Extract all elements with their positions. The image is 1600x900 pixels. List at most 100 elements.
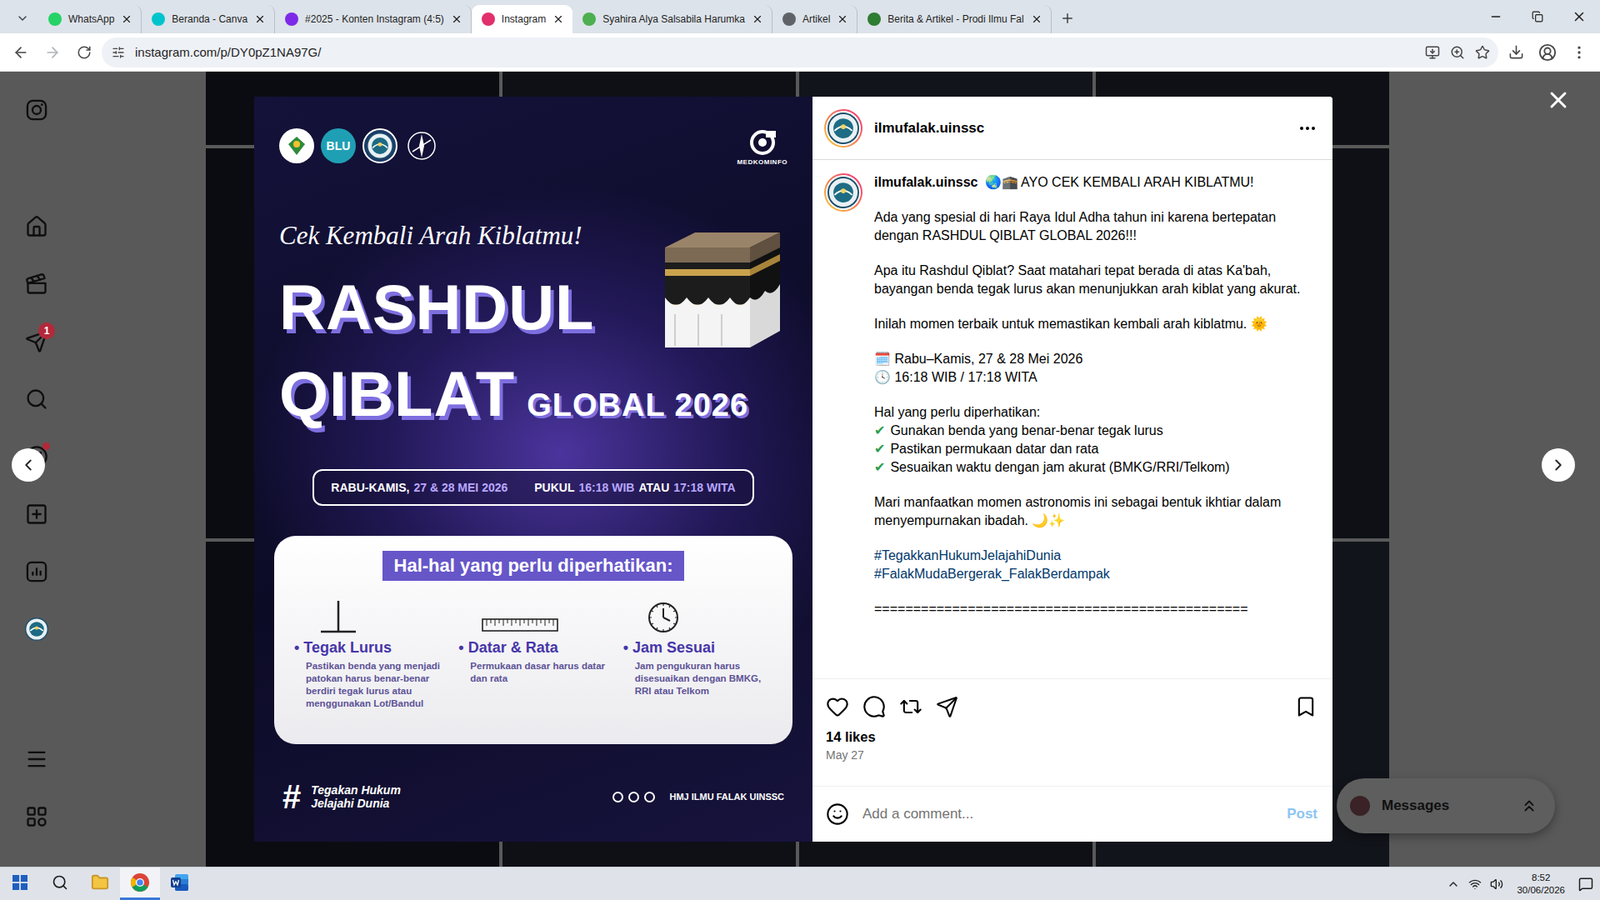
volume-icon[interactable]	[1490, 877, 1504, 891]
caption-paragraph: Ada yang spesial di hari Raya Idul Adha …	[874, 208, 1318, 245]
motto-text: Tegakan HukumJelajahi Dunia	[310, 783, 401, 810]
install-app-icon[interactable]	[1425, 45, 1440, 60]
previous-post-button[interactable]	[11, 448, 45, 482]
notification-dot	[42, 442, 50, 450]
tab-close-icon[interactable]	[120, 13, 133, 25]
caption-paragraph: ========================================…	[874, 600, 1318, 619]
likes-count[interactable]: 14 likes	[825, 729, 1318, 745]
forward-button[interactable]	[38, 38, 67, 67]
download-icon	[1508, 44, 1525, 60]
bookmark-star-icon[interactable]	[1475, 45, 1490, 60]
post-comment-button[interactable]: Post	[1286, 805, 1318, 823]
browser-tab[interactable]: WhatsApp	[38, 5, 142, 34]
reload-button[interactable]	[70, 38, 99, 67]
chevron-left-icon	[19, 455, 38, 475]
back-button[interactable]	[6, 38, 35, 67]
browser-tab[interactable]: Syahira Alya Salsabila Harumka	[572, 5, 773, 34]
start-button[interactable]	[0, 867, 40, 900]
comment-icon[interactable]	[862, 695, 886, 719]
create-nav[interactable]	[13, 485, 60, 543]
zoom-icon[interactable]	[1450, 45, 1465, 60]
window-controls	[1475, 0, 1600, 34]
checklist-item-figure	[458, 595, 608, 635]
restore-button[interactable]	[1516, 0, 1559, 34]
like-heart-icon[interactable]	[825, 695, 850, 719]
downloads-button[interactable]	[1501, 38, 1530, 67]
browser-toolbar: instagram.com/p/DY0pZ1NA97G/	[0, 33, 1600, 72]
post-actions: 14 likes May 27	[812, 678, 1333, 786]
post-date: May 27	[825, 748, 1318, 762]
minimize-button[interactable]	[1475, 0, 1517, 34]
browser-tab[interactable]: Instagram	[471, 5, 573, 34]
notifications-icon[interactable]	[1578, 876, 1594, 892]
show-hidden-icons-icon[interactable]	[1446, 877, 1460, 891]
network-icon[interactable]	[1468, 877, 1482, 891]
caption-check-item: ✔Gunakan benda yang benar-benar tegak lu…	[874, 421, 1318, 440]
save-bookmark-icon[interactable]	[1294, 695, 1318, 719]
poster-title-word: QIBLAT	[279, 362, 515, 426]
browser-tab[interactable]: #2025 - Konten Instagram (4:5)	[275, 5, 472, 34]
medkominfo-logo: MEDKOMINFO	[736, 128, 788, 166]
caption-author[interactable]: ilmufalak.uinssc	[874, 175, 979, 190]
instagram-logo[interactable]	[13, 80, 60, 139]
tab-close-icon[interactable]	[751, 13, 764, 25]
address-bar[interactable]: instagram.com/p/DY0pZ1NA97G/	[101, 37, 1499, 68]
new-tab-button[interactable]	[1055, 5, 1080, 31]
poster-title-suffix: GLOBAL 2026	[526, 387, 749, 424]
more-nav[interactable]	[13, 730, 60, 788]
tab-strip: WhatsAppBeranda - Canva#2025 - Konten In…	[0, 0, 1600, 34]
word-button[interactable]	[160, 867, 200, 900]
tab-close-icon[interactable]	[552, 13, 565, 25]
tab-search-button[interactable]	[10, 5, 35, 31]
schedule-group: RABU-KAMIS,27 & 28 MEI 2026	[330, 480, 508, 495]
more-options-icon[interactable]	[1297, 118, 1318, 139]
tiktok-icon	[628, 791, 640, 803]
word-icon	[170, 872, 190, 893]
tab-close-icon[interactable]	[1030, 13, 1043, 25]
repost-icon[interactable]	[899, 695, 923, 719]
profile-button[interactable]	[1533, 38, 1562, 67]
search-icon	[51, 874, 69, 891]
browser-tab[interactable]: Artikel	[772, 5, 858, 34]
reels-nav[interactable]	[13, 255, 60, 313]
close-modal-button[interactable]	[1543, 85, 1574, 115]
tab-close-icon[interactable]	[836, 13, 849, 25]
browser-tab[interactable]: Beranda - Canva	[141, 5, 275, 34]
author-avatar[interactable]	[824, 109, 863, 148]
checklist-item: • Jam SesuaiJam pengukuran harus disesua…	[623, 595, 773, 710]
home-nav[interactable]	[13, 197, 60, 255]
medkominfo-label: MEDKOMINFO	[736, 158, 788, 166]
comment-input[interactable]	[860, 805, 1275, 824]
checklist-item-name: Tegak Lurus	[303, 639, 392, 656]
caption-check-item: ✔Sesuaikan waktu dengan jam akurat (BMKG…	[874, 458, 1318, 477]
author-name[interactable]: ilmufalak.uinssc	[874, 120, 1286, 137]
search-button[interactable]	[40, 867, 80, 900]
minimize-icon	[1489, 10, 1503, 24]
hashtag-link[interactable]: #TegakkanHukumJelajahiDunia	[874, 546, 1318, 565]
menu-button[interactable]	[1565, 38, 1594, 67]
file-explorer-button[interactable]	[80, 867, 120, 900]
meta-apps-nav[interactable]	[13, 787, 60, 845]
close-window-button[interactable]	[1558, 0, 1600, 34]
share-send-icon[interactable]	[935, 695, 959, 719]
messages-pill[interactable]: Messages	[1336, 778, 1555, 834]
profile-avatar-icon	[25, 617, 49, 641]
chrome-button[interactable]	[120, 867, 160, 900]
dashboard-nav[interactable]	[13, 542, 60, 600]
next-post-button[interactable]	[1541, 448, 1575, 482]
chevron-down-icon	[15, 11, 30, 25]
clock[interactable]: 8:5230/06/2026	[1511, 871, 1570, 897]
messages-nav[interactable]: 1	[13, 312, 60, 370]
chrome-icon	[130, 872, 150, 893]
browser-tab[interactable]: Berita & Artikel - Prodi Ilmu Fal	[857, 5, 1051, 34]
emoji-smile-icon[interactable]	[825, 802, 850, 826]
arrow-right-icon	[44, 44, 61, 61]
caption-avatar[interactable]	[824, 173, 863, 212]
tab-close-icon[interactable]	[254, 13, 266, 25]
hashtag-link[interactable]: #FalakMudaBergerak_FalakBerdampak	[874, 565, 1318, 584]
search-nav[interactable]	[13, 370, 60, 428]
tab-close-icon[interactable]	[450, 13, 463, 25]
profile-nav[interactable]	[13, 600, 60, 658]
checklist-title: Hal-hal yang perlu diperhatikan:	[382, 550, 685, 581]
checklist-item-title: • Datar & Rata	[458, 639, 558, 657]
